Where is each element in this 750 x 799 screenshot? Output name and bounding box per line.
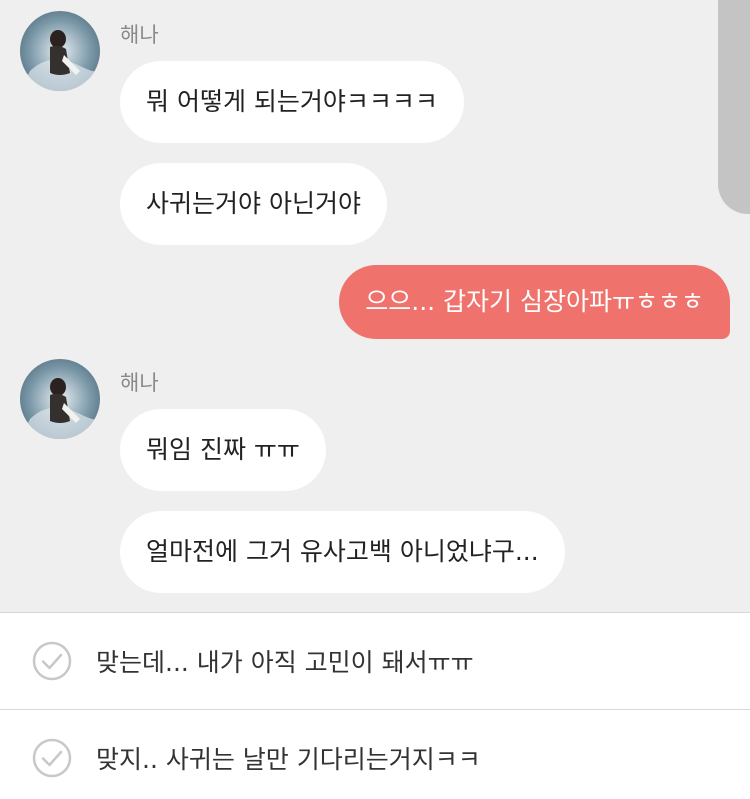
reply-option-label: 맞는데... 내가 아직 고민이 돼서ㅠㅠ (96, 648, 474, 677)
message-bubble[interactable]: 뭐 어떻게 되는거야ㅋㅋㅋㅋ (120, 61, 464, 143)
reply-option-label: 맞지.. 사귀는 날만 기다리는거지ㅋㅋ (96, 744, 481, 774)
sender-name: 해나 (120, 371, 159, 395)
check-circle-icon (32, 738, 72, 777)
chat-screen: 해나 뭐 어떻게 되는거야ㅋㅋㅋㅋ 사귀는거야 아닌거야 으으... 갑자기 심… (0, 0, 750, 799)
contact-avatar[interactable] (20, 359, 100, 439)
my-message-bubble[interactable]: 으으... 갑자기 심장아파ㅠㅎㅎㅎ (339, 265, 730, 339)
scrollbar-thumb[interactable] (718, 0, 750, 214)
message-bubble[interactable]: 사귀는거야 아닌거야 (120, 163, 387, 245)
message-bubble[interactable]: 뭐임 진짜 ㅠㅠ (120, 409, 326, 491)
contact-avatar[interactable] (20, 11, 100, 91)
reply-options: 맞는데... 내가 아직 고민이 돼서ㅠㅠ 맞지.. 사귀는 날만 기다리는거지… (0, 612, 750, 799)
reply-option[interactable]: 맞는데... 내가 아직 고민이 돼서ㅠㅠ (0, 613, 750, 709)
sender-name: 해나 (120, 23, 159, 47)
reply-option[interactable]: 맞지.. 사귀는 날만 기다리는거지ㅋㅋ (0, 709, 750, 799)
check-circle-icon (32, 641, 72, 681)
message-bubble[interactable]: 얼마전에 그거 유사고백 아니었냐구... (120, 511, 565, 593)
chat-area[interactable]: 해나 뭐 어떻게 되는거야ㅋㅋㅋㅋ 사귀는거야 아닌거야 으으... 갑자기 심… (0, 0, 750, 612)
